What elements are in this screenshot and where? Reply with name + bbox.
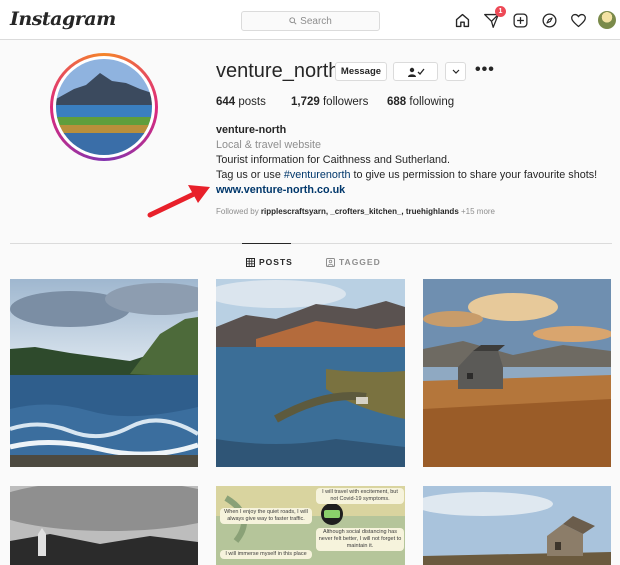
bio-line-1: Tourist information for Caithness and Su… <box>216 154 451 166</box>
post-loch-waves[interactable] <box>10 279 198 467</box>
tab-tagged[interactable]: TAGGED <box>326 257 381 267</box>
profile-avatar-large[interactable] <box>50 53 158 161</box>
more-options-icon[interactable]: ••• <box>475 61 495 79</box>
search-input[interactable]: Search <box>241 11 380 31</box>
chat-bubble-3: Although social distancing has never fel… <box>316 528 404 551</box>
website-link[interactable]: www.venture-north.co.uk <box>216 183 597 198</box>
message-button[interactable]: Message <box>335 62 387 81</box>
direct-messages-icon[interactable]: 1 <box>481 6 506 30</box>
new-post-icon[interactable] <box>510 10 530 30</box>
hashtag-link[interactable]: #venturenorth <box>284 169 351 181</box>
chevron-down-icon <box>452 69 459 74</box>
post-cottage-sunset[interactable] <box>423 279 611 467</box>
profile-bio: venture-north Local & travel website Tou… <box>216 123 597 198</box>
followed-by[interactable]: Followed by ripplescraftsyarn, _crofters… <box>216 207 495 216</box>
posts-stat: 644 posts <box>216 96 266 108</box>
red-arrow-annotation <box>147 185 210 218</box>
tagged-person-icon <box>326 257 335 267</box>
following-button[interactable] <box>393 62 438 81</box>
explore-compass-icon[interactable] <box>539 10 559 30</box>
profile-stats: 644 posts 1,729 followers 688 following <box>216 96 454 108</box>
grid-icon <box>246 257 255 267</box>
top-nav-bar: Instagram Search 1 <box>0 0 620 40</box>
notification-badge: 1 <box>495 6 506 17</box>
tabs-divider <box>10 243 612 244</box>
home-icon[interactable] <box>452 10 472 30</box>
profile-username: venture_north <box>216 60 340 82</box>
following-stat[interactable]: 688 following <box>387 96 454 108</box>
post-travel-pledge[interactable]: I will travel with excitement, but not C… <box>216 486 405 565</box>
suggested-accounts-button[interactable] <box>445 62 466 81</box>
bio-line-2: Tag us or use #venturenorth to give us p… <box>216 169 598 181</box>
search-placeholder: Search <box>300 15 332 27</box>
instagram-logo[interactable]: Instagram <box>10 8 116 30</box>
bio-category: Local & travel website <box>216 139 322 151</box>
search-icon <box>289 17 297 25</box>
profile-avatar[interactable] <box>597 10 617 30</box>
chat-bubble-4: I will immerse myself in this place <box>220 550 312 559</box>
tab-posts[interactable]: POSTS <box>246 257 293 267</box>
post-loch-causeway[interactable] <box>216 279 405 467</box>
posts-tab-indicator <box>242 243 291 244</box>
followers-stat[interactable]: 1,729 followers <box>291 96 387 108</box>
chat-bubble-2: When I enjoy the quiet roads, I will alw… <box>220 508 312 524</box>
bio-name: venture-north <box>216 124 287 136</box>
person-check-icon <box>407 67 425 77</box>
chat-bubble-1: I will travel with excitement, but not C… <box>316 488 404 504</box>
activity-heart-icon[interactable] <box>568 10 588 30</box>
post-monochrome-hills[interactable] <box>10 486 198 565</box>
profile-photo <box>56 59 152 155</box>
post-ruined-cottage[interactable] <box>423 486 611 565</box>
